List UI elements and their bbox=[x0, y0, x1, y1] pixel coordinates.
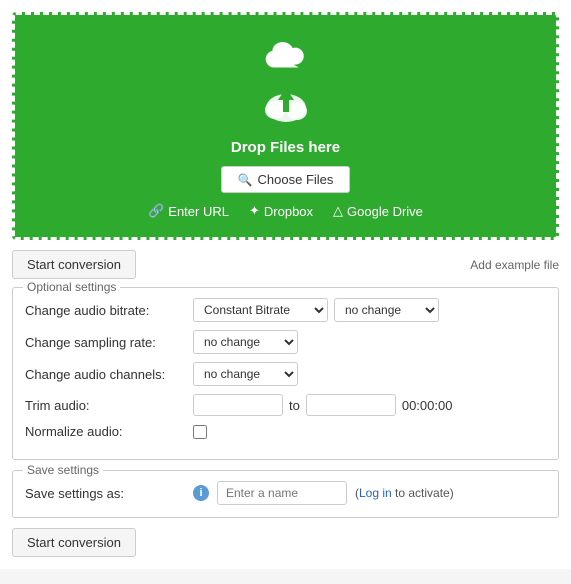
normalize-controls bbox=[193, 425, 207, 439]
normalize-label: Normalize audio: bbox=[25, 424, 185, 439]
normalize-checkbox[interactable] bbox=[193, 425, 207, 439]
trim-label: Trim audio: bbox=[25, 398, 185, 413]
bitrate-controls: Constant Bitrate Variable Bitrate no cha… bbox=[193, 298, 439, 322]
channels-row: Change audio channels: no change 1 (mono… bbox=[25, 362, 546, 386]
search-icon: 🔍 bbox=[238, 173, 253, 187]
start-conversion-button-top[interactable]: Start conversion bbox=[12, 250, 136, 279]
trim-to-text: to bbox=[289, 398, 300, 413]
dropbox-link[interactable]: ✦ Dropbox bbox=[249, 203, 313, 219]
channels-select[interactable]: no change 1 (mono) 2 (stereo) bbox=[193, 362, 298, 386]
bitrate-type-select[interactable]: Constant Bitrate Variable Bitrate bbox=[193, 298, 328, 322]
trim-to-input[interactable] bbox=[306, 394, 396, 416]
trim-controls: to 00:00:00 bbox=[193, 394, 452, 416]
add-example-link[interactable]: Add example file bbox=[470, 258, 559, 272]
normalize-row: Normalize audio: bbox=[25, 424, 546, 439]
google-drive-link[interactable]: △ Google Drive bbox=[333, 203, 423, 219]
top-bar: Start conversion Add example file bbox=[12, 250, 559, 279]
drop-files-text: Drop Files here bbox=[25, 139, 546, 156]
channels-controls: no change 1 (mono) 2 (stereo) bbox=[193, 362, 298, 386]
optional-settings-legend: Optional settings bbox=[23, 280, 120, 294]
save-settings-label: Save settings as: bbox=[25, 486, 185, 501]
bitrate-label: Change audio bitrate: bbox=[25, 303, 185, 318]
sampling-controls: no change 8000 Hz 11025 Hz 16000 Hz 2205… bbox=[193, 330, 298, 354]
bitrate-row: Change audio bitrate: Constant Bitrate V… bbox=[25, 298, 546, 322]
info-icon[interactable]: i bbox=[193, 485, 209, 501]
choose-files-button[interactable]: 🔍 Choose Files bbox=[221, 166, 351, 193]
cloud-upload-icon bbox=[25, 82, 546, 133]
dropbox-icon: ✦ bbox=[249, 203, 260, 219]
save-settings-section: Save settings Save settings as: i (Log i… bbox=[12, 470, 559, 518]
trim-time-display: 00:00:00 bbox=[402, 398, 453, 413]
trim-from-input[interactable] bbox=[193, 394, 283, 416]
login-link[interactable]: Log in bbox=[359, 486, 392, 500]
link-icon: 🔗 bbox=[148, 203, 164, 219]
google-drive-icon: △ bbox=[333, 203, 343, 219]
choose-files-label: Choose Files bbox=[258, 172, 334, 187]
bottom-bar: Start conversion bbox=[12, 528, 559, 557]
upload-icon bbox=[25, 35, 546, 76]
channels-label: Change audio channels: bbox=[25, 367, 185, 382]
sampling-label: Change sampling rate: bbox=[25, 335, 185, 350]
optional-settings-section: Optional settings Change audio bitrate: … bbox=[12, 287, 559, 460]
save-row: Save settings as: i (Log in to activate) bbox=[25, 481, 546, 505]
sampling-select[interactable]: no change 8000 Hz 11025 Hz 16000 Hz 2205… bbox=[193, 330, 298, 354]
login-text: (Log in to activate) bbox=[355, 486, 454, 500]
bitrate-value-select[interactable]: no change 64 kbit/s 128 kbit/s 192 kbit/… bbox=[334, 298, 439, 322]
sampling-row: Change sampling rate: no change 8000 Hz … bbox=[25, 330, 546, 354]
save-name-input[interactable] bbox=[217, 481, 347, 505]
drop-zone[interactable]: Drop Files here 🔍 Choose Files 🔗 Enter U… bbox=[12, 12, 559, 240]
start-conversion-button-bottom[interactable]: Start conversion bbox=[12, 528, 136, 557]
save-settings-legend: Save settings bbox=[23, 463, 103, 477]
enter-url-link[interactable]: 🔗 Enter URL bbox=[148, 203, 229, 219]
trim-row: Trim audio: to 00:00:00 bbox=[25, 394, 546, 416]
